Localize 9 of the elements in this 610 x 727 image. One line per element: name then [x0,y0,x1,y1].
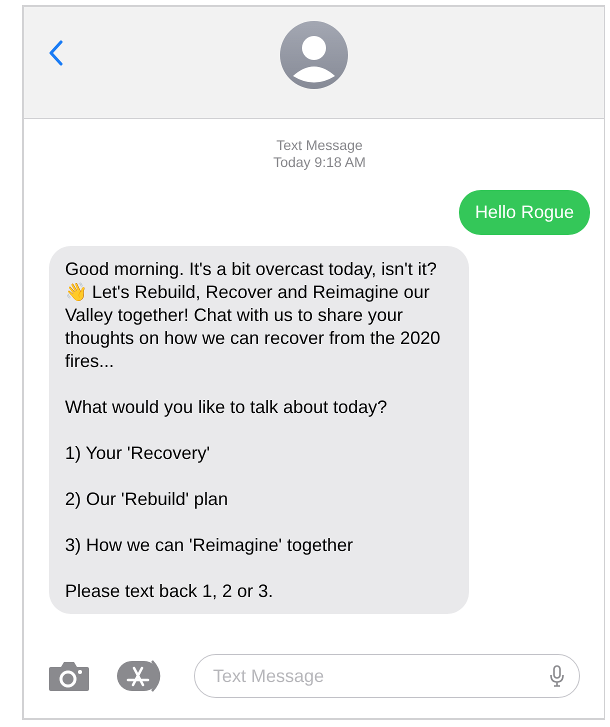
microphone-icon[interactable] [550,665,564,687]
message-source-label: Text Message [276,137,363,154]
back-icon[interactable] [49,40,63,66]
message-timestamp: Today 9:18 AM [273,154,366,171]
avatar-icon[interactable] [280,21,348,89]
received-message-bubble: Good morning. It's a bit overcast today, isn't it? 👋 Let's Rebuild, Recover and Reimagine our Valley together! Chat with us to share your thoughts on how we can recover from the 2020 fires... What would you like to talk about today? 1) Your 'Recovery' 2) Our 'Rebuild' plan 3) How we can 'Reimagine' together Please text back 1, 2 or 3. [49,246,469,614]
message-input-field[interactable]: Text Message [194,654,580,698]
camera-icon[interactable] [48,660,90,692]
sent-message-bubble: Hello Rogue [458,190,590,235]
